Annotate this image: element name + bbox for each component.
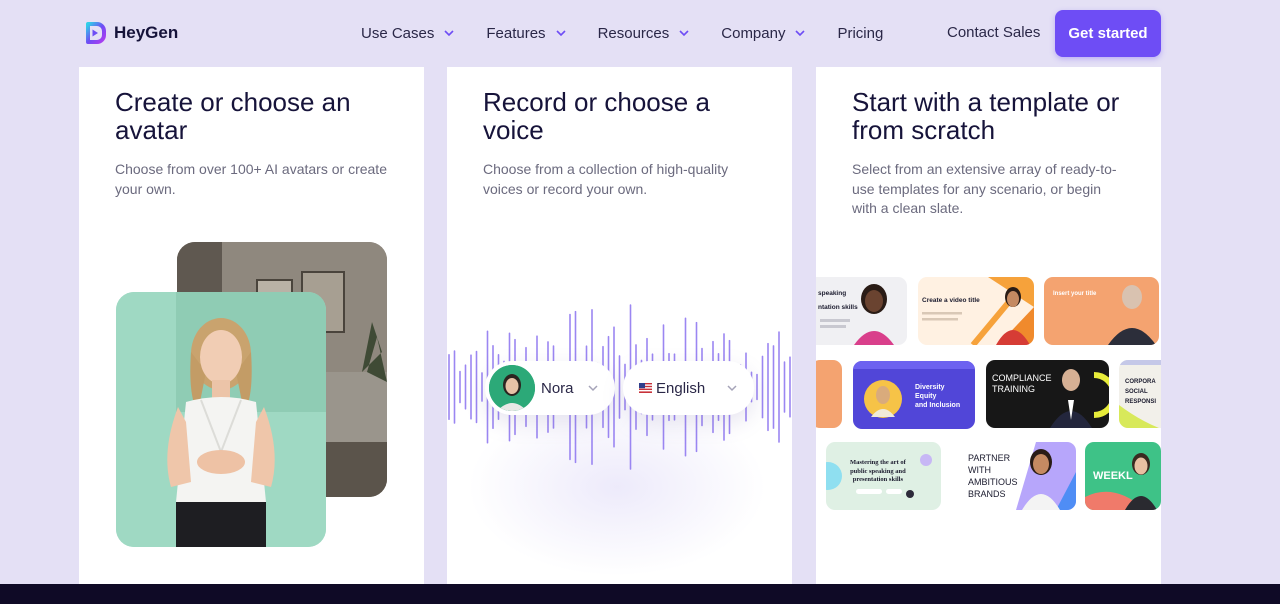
voice-card-description: Choose from a collection of high-quality… [483, 161, 729, 197]
nav-resources-label: Resources [597, 24, 670, 42]
template-title: Diversity Equity and Inclusion [915, 384, 961, 409]
template-title: speaking ntation skills [818, 290, 858, 311]
template-thumbnail[interactable]: CORPORA SOCIAL RESPONSI [1119, 360, 1161, 428]
template-title: Insert your title [1053, 291, 1097, 297]
template-title: COMPLIANCE TRAINING [992, 373, 1052, 394]
voice-card-title: Record or choose a voice [483, 87, 710, 145]
template-card-description: Select from an extensive array of ready-… [852, 161, 1117, 216]
template-thumbnail[interactable]: Insert your title [1044, 277, 1159, 345]
nav-resources[interactable]: Resources [598, 22, 691, 44]
nav-use-cases-label: Use Cases [361, 24, 435, 42]
template-thumbnail[interactable]: COMPLIANCE TRAINING [986, 360, 1109, 428]
chevron-down-icon [588, 385, 598, 392]
template-thumbnail[interactable] [816, 360, 842, 428]
logo[interactable]: HeyGen [83, 21, 178, 45]
template-title: Mastering the art of public speaking and… [850, 459, 906, 483]
template-thumbnail[interactable]: Diversity Equity and Inclusion [853, 361, 975, 429]
template-card-title: Start with a template or from scratch [852, 87, 1120, 145]
template-title: PARTNER WITH AMBITIOUS BRANDS [968, 453, 1018, 499]
nav-company[interactable]: Company [721, 22, 806, 44]
nav-features-label: Features [486, 24, 546, 42]
nav-features[interactable]: Features [486, 22, 566, 44]
get-started-button[interactable]: Get started [1055, 10, 1161, 57]
chevron-down-icon [444, 30, 454, 37]
language-name: English [656, 379, 706, 397]
chevron-down-icon [679, 30, 689, 37]
voice-select[interactable]: Nora [485, 361, 615, 415]
template-thumbnail[interactable]: Create a video title [918, 277, 1034, 345]
footer-strip [0, 584, 1280, 604]
nav-use-cases[interactable]: Use Cases [361, 22, 455, 44]
nav-pricing-label: Pricing [837, 24, 884, 42]
heygen-logo-icon [86, 22, 106, 44]
voice-card: Record or choose a voice Choose from a c… [447, 67, 792, 585]
chevron-down-icon [795, 30, 806, 37]
voice-avatar [489, 365, 535, 411]
template-thumbnail[interactable]: speaking ntation skills [816, 277, 907, 345]
language-select[interactable]: English [623, 361, 754, 415]
avatar-card: Create or choose an avatar Choose from o… [79, 67, 424, 585]
template-card: Start with a template or from scratch Se… [816, 67, 1161, 585]
logo-text: HeyGen [114, 23, 179, 42]
avatar-image [116, 292, 326, 547]
us-flag-icon [639, 383, 652, 393]
template-title: WEEKL [1093, 470, 1133, 482]
template-thumbnail[interactable]: Mastering the art of public speaking and… [826, 442, 941, 510]
avatar-card-title: Create or choose an avatar [115, 87, 351, 145]
template-title: CORPORA SOCIAL RESPONSI [1125, 379, 1157, 405]
voice-name: Nora [541, 379, 574, 397]
chevron-down-icon [727, 385, 737, 392]
top-nav: HeyGen Use Cases Features Resources Comp… [0, 0, 1280, 66]
nav-links: Use Cases Features Resources Company Pri… [361, 22, 914, 44]
avatar-card-description: Choose from over 100+ AI avatars or crea… [115, 161, 387, 197]
nav-company-label: Company [721, 24, 786, 42]
chevron-down-icon [555, 30, 566, 37]
template-title: Create a video title [922, 297, 980, 304]
template-thumbnail[interactable]: WEEKL [1085, 442, 1161, 510]
nav-pricing[interactable]: Pricing [837, 22, 883, 44]
template-thumbnail[interactable]: PARTNER WITH AMBITIOUS BRANDS [956, 442, 1076, 510]
contact-sales-link[interactable]: Contact Sales [947, 24, 1040, 41]
